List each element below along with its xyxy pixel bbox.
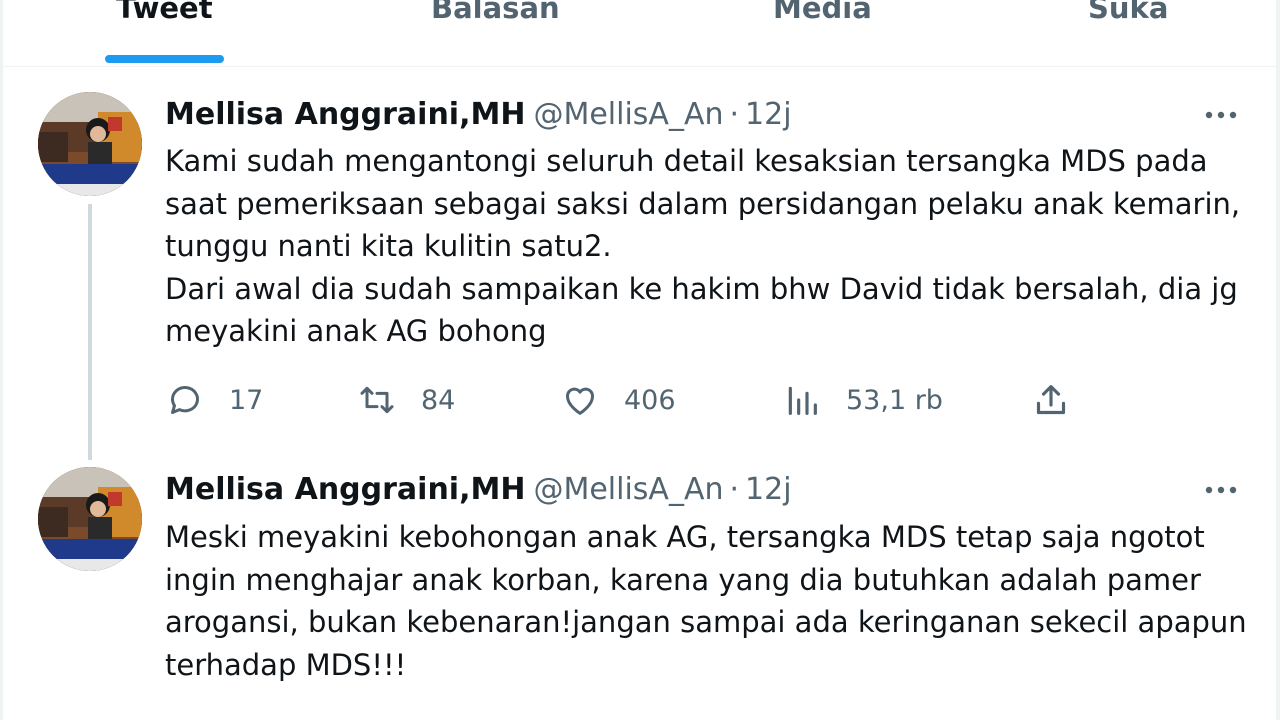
tab-media[interactable]: Media [773, 0, 872, 28]
author-handle[interactable]: @MellisA_An [533, 472, 723, 507]
separator-dot: · [729, 97, 740, 132]
tweet-actions: 17 84 406 53,1 rb [165, 378, 1066, 422]
like-icon [566, 387, 594, 415]
author-handle[interactable]: @MellisA_An [533, 97, 723, 132]
tweet-time[interactable]: 12j [745, 472, 792, 507]
tweet-text: Kami sudah mengantongi seluruh detail ke… [165, 144, 1241, 348]
reply-button[interactable]: 17 [165, 378, 263, 422]
share-icon [1036, 385, 1066, 415]
views-button[interactable]: 53,1 rb [782, 378, 943, 422]
avatar-image [38, 92, 142, 196]
tweet[interactable]: Mellisa Anggraini,MH @MellisA_An · 12j Mesk… [3, 460, 1276, 720]
tweet-text: Meski meyakini kebohongan anak AG, tersa… [165, 520, 1247, 682]
right-border [1276, 0, 1280, 720]
thread-connector-line [88, 204, 92, 460]
profile-tabs: Tweet Balasan Media Suka [3, 0, 1276, 67]
share-button[interactable] [1031, 378, 1071, 422]
reply-count: 17 [229, 384, 264, 416]
tweet[interactable]: Mellisa Anggraini,MH @MellisA_An · 12j Kami… [3, 70, 1276, 460]
tab-suka[interactable]: Suka [1088, 0, 1168, 28]
avatar[interactable] [38, 467, 142, 571]
retweet-button[interactable]: 84 [357, 378, 455, 422]
separator-dot: · [729, 472, 740, 507]
avatar-image [38, 467, 142, 571]
active-tab-indicator [105, 55, 224, 63]
tweet-header: Mellisa Anggraini,MH @MellisA_An · 12j [165, 470, 792, 510]
tab-balasan[interactable]: Balasan [431, 0, 560, 28]
views-icon [788, 386, 817, 415]
more-icon[interactable] [1203, 103, 1239, 127]
reply-icon [170, 386, 199, 414]
like-count: 406 [624, 384, 676, 416]
views-count: 53,1 rb [846, 384, 943, 416]
like-button[interactable]: 406 [560, 378, 676, 422]
author-name[interactable]: Mellisa Anggraini,MH [165, 472, 525, 507]
tweet-time[interactable]: 12j [745, 97, 792, 132]
retweet-count: 84 [421, 384, 456, 416]
tab-tweet[interactable]: Tweet [116, 0, 213, 28]
tweet-header: Mellisa Anggraini,MH @MellisA_An · 12j [165, 95, 792, 135]
author-name[interactable]: Mellisa Anggraini,MH [165, 97, 525, 132]
avatar[interactable] [38, 92, 142, 196]
more-icon[interactable] [1203, 478, 1239, 502]
retweet-icon [360, 386, 394, 414]
